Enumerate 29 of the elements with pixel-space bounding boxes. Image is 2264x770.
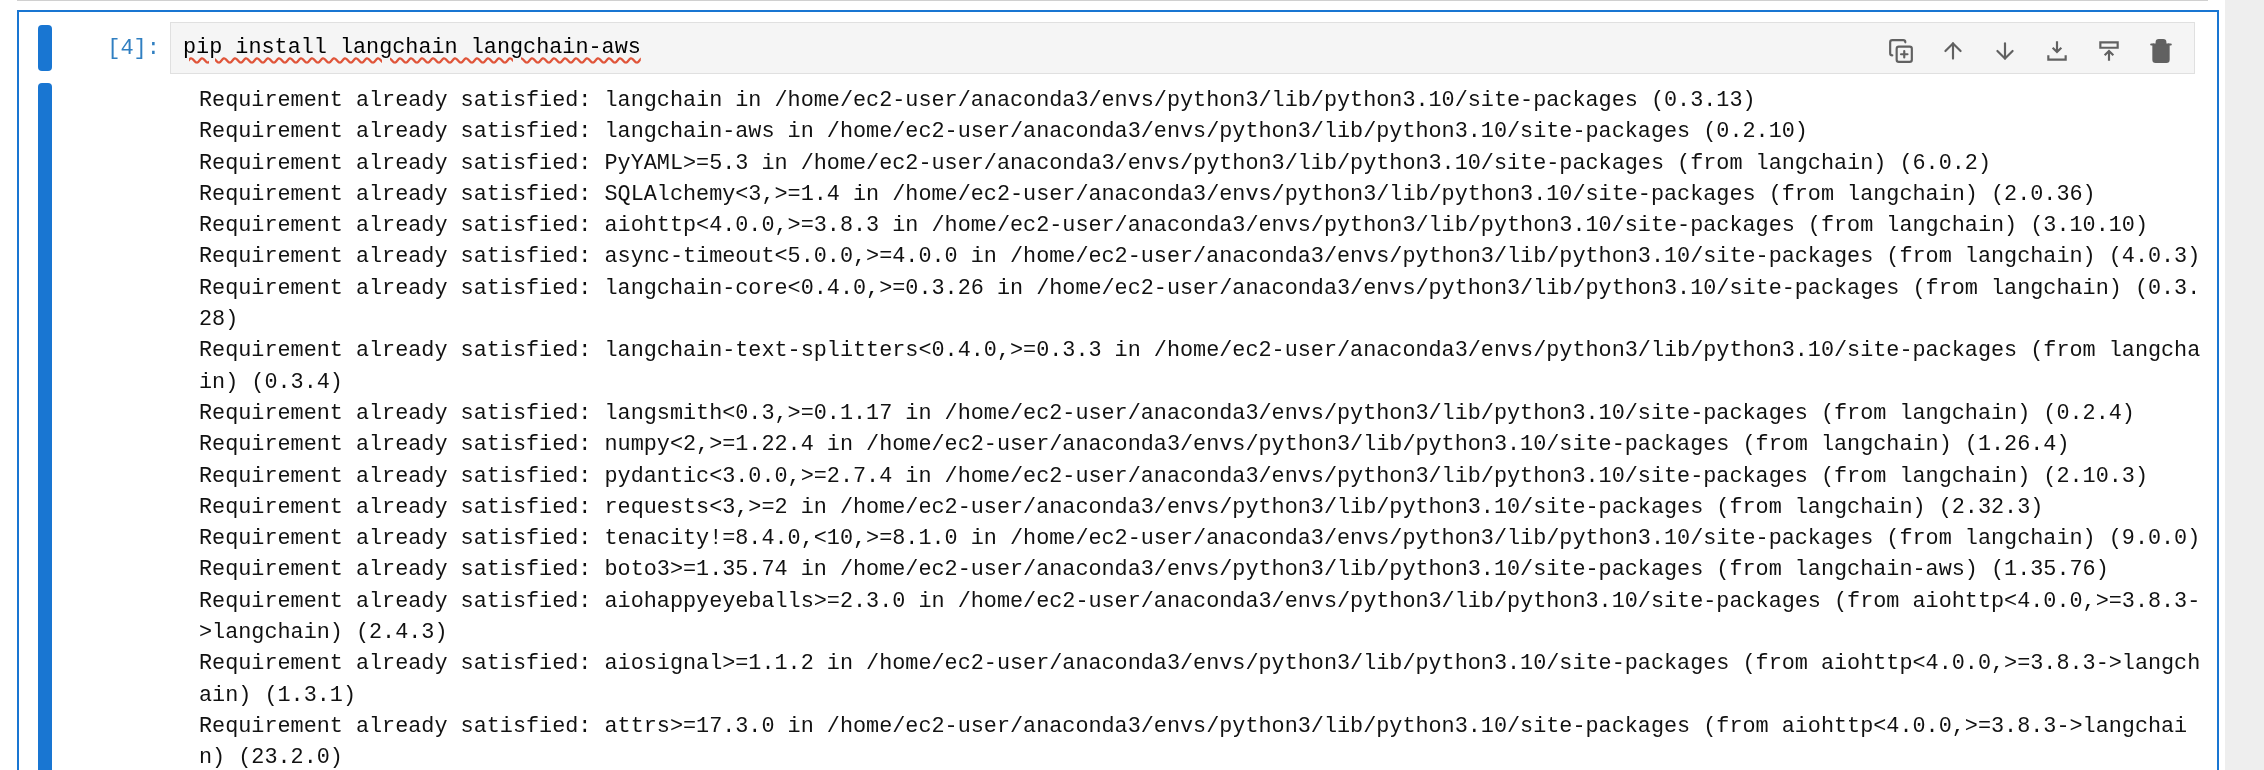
output-line: Requirement already satisfied: aiohappyeyeballs>=2.3.0 in /home/ec2-user/anaconda3/envs/python3/lib/python3.10/site-packages (from aiohttp<4.0.0,>=3.8.3- [199, 587, 2201, 616]
output-line: Requirement already satisfied: pydantic<3.0.0,>=2.7.4 in /home/ec2-user/anaconda3/envs/python3/lib/python3.10/site-packages (from langchain) (2.10.3) [199, 462, 2149, 491]
input-collapser-bar[interactable] [38, 25, 52, 71]
insert-above-icon[interactable] [2044, 38, 2070, 64]
output-line: Requirement already satisfied: requests<3,>=2 in /home/ec2-user/anaconda3/envs/python3/lib/python3.10/site-packages (from langchain) (2.32.3) [199, 493, 2045, 522]
output-line: Requirement already satisfied: async-timeout<5.0.0,>=4.0.0 in /home/ec2-user/anaconda3/envs/python3/lib/python3.10/site-packages (from langchain) (4.0.3) [199, 243, 2201, 272]
output-line: Requirement already satisfied: langchain-text-splitters<0.4.0,>=0.3.3 in /home/ec2-user/anaconda3/envs/python3/lib/python3.10/site-packages (from langcha [199, 337, 2201, 366]
output-line: Requirement already satisfied: numpy<2,>=1.22.4 in /home/ec2-user/anaconda3/envs/python3/lib/python3.10/site-packages (from langchain) (1.26.4) [199, 431, 2071, 460]
output-line: in) (0.3.4) [199, 368, 344, 397]
output-line: Requirement already satisfied: tenacity!=8.4.0,<10,>=8.1.0 in /home/ec2-user/anaconda3/envs/python3/lib/python3.10/site-packages (from langchain) (9.0.0) [199, 525, 2201, 554]
output-line: 28) [199, 306, 240, 335]
output-line: >langchain) (2.4.3) [199, 619, 449, 648]
output-line: n) (23.2.0) [199, 744, 344, 770]
output-line: ain) (1.3.1) [199, 681, 357, 710]
duplicate-icon[interactable] [1888, 38, 1914, 64]
output-line: Requirement already satisfied: aiosignal>=1.1.2 in /home/ec2-user/anaconda3/envs/python3/lib/python3.10/site-packages (from aiohttp<4.0.0,>=3.8.3->langch [199, 650, 2201, 679]
cell-prompt: [4]: [106, 34, 161, 63]
output-line: Requirement already satisfied: attrs>=17.3.0 in /home/ec2-user/anaconda3/envs/python3/lib/python3.10/site-packages (from aiohttp<4.0.0,>=3.8.3->langchai [199, 712, 2189, 741]
output-line: Requirement already satisfied: langchain in /home/ec2-user/anaconda3/envs/python3/lib/python3.10/site-packages (0.3.13) [199, 87, 1757, 115]
insert-below-icon[interactable] [2096, 38, 2122, 64]
output-line: Requirement already satisfied: aiohttp<4.0.0,>=3.8.3 in /home/ec2-user/anaconda3/envs/python3/lib/python3.10/site-packages (from langchain) (3.10.10) [199, 212, 2149, 241]
output-line: Requirement already satisfied: boto3>=1.35.74 in /home/ec2-user/anaconda3/envs/python3/lib/python3.10/site-packages (from langchain-aws) (1.35.76) [199, 556, 2110, 585]
output-line: Requirement already satisfied: SQLAlchemy<3,>=1.4 in /home/ec2-user/anaconda3/envs/python3/lib/python3.10/site-packages (from langchain) (2.0.36) [199, 180, 2097, 209]
output-line: Requirement already satisfied: langchain-aws in /home/ec2-user/anaconda3/envs/python3/lib/python3.10/site-packages (0.2.10) [199, 118, 1809, 147]
output-line: Requirement already satisfied: langsmith<0.3,>=0.1.17 in /home/ec2-user/anaconda3/envs/python3/lib/python3.10/site-packages (from langchain) (0.2.4) [199, 399, 2136, 428]
output-line: Requirement already satisfied: PyYAML>=5.3 in /home/ec2-user/anaconda3/envs/python3/lib/python3.10/site-packages (from langchain) (6.0.2) [199, 149, 1992, 178]
output-line: Requirement already satisfied: langchain-core<0.4.0,>=0.3.26 in /home/ec2-user/anaconda3/envs/python3/lib/python3.10/site-packages (from langchain) (0.3. [199, 274, 2201, 303]
delete-icon[interactable] [2148, 38, 2174, 64]
code-input[interactable]: pip install langchain langchain-aws [170, 22, 2195, 74]
